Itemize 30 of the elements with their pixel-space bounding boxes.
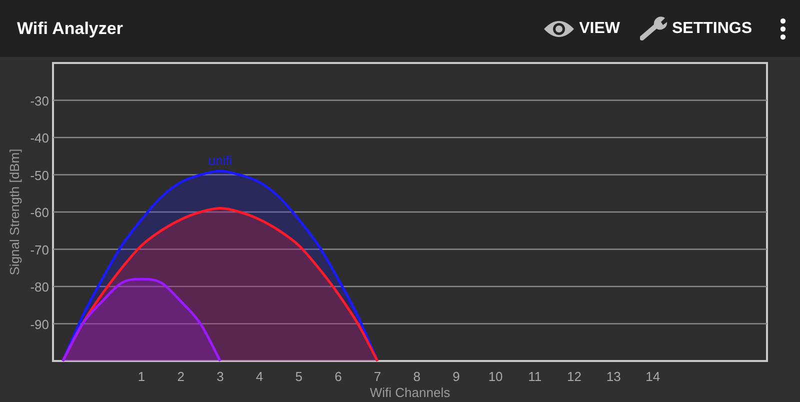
settings-button[interactable]: SETTINGS [640,16,752,42]
x-tick-label: 5 [295,369,302,384]
y-axis-label: Signal Strength [dBm] [7,148,22,276]
y-tick-label: -80 [30,280,49,294]
y-tick-label: -90 [30,316,49,332]
y-tick-label: -40 [30,130,49,146]
x-tick-label: 7 [374,369,382,384]
x-tick-label: 11 [528,369,542,384]
y-tick-label: -30 [30,93,49,108]
x-tick-label: 13 [606,369,621,384]
x-tick-label: 12 [567,369,582,384]
wrench-icon [640,16,668,42]
y-tick-label: -60 [30,205,49,220]
x-tick-label: 8 [413,369,420,384]
x-tick-label: 14 [646,369,660,384]
x-tick-label: 10 [488,369,503,384]
network-label: unifi [208,153,232,168]
x-tick-label: 2 [177,369,184,384]
x-tick-label: 3 [216,369,224,384]
y-tick-label: -70 [30,242,49,258]
x-tick-label: 4 [256,369,264,384]
y-tick-label: -50 [30,168,49,183]
view-button[interactable]: VIEW [543,18,620,38]
x-tick-label: 6 [334,369,342,384]
x-tick-label: 1 [138,369,146,384]
eye-icon [543,18,576,38]
app-title: Wifi Analyzer [17,18,123,38]
more-icon[interactable] [780,18,786,40]
x-tick-label: 9 [452,369,460,384]
x-axis-label: Wifi Channels [370,385,450,400]
